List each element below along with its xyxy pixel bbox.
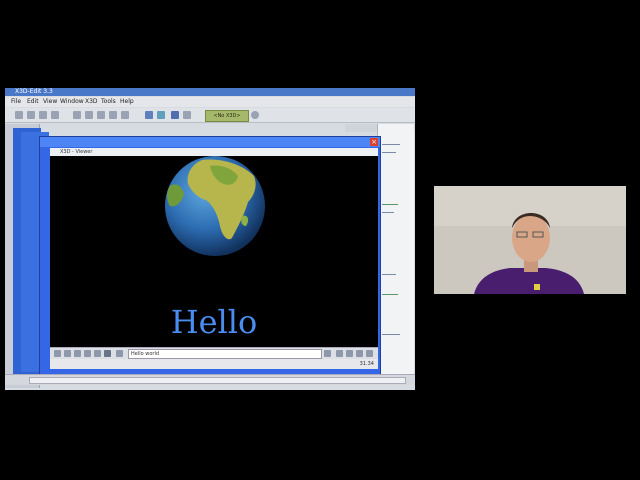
text-line <box>382 144 400 145</box>
menu-x3d[interactable]: X3D <box>85 97 98 107</box>
menu-help[interactable]: Help <box>120 97 134 107</box>
editor-text-panel[interactable] <box>377 124 414 374</box>
next-viewpoint-icon[interactable] <box>324 350 331 357</box>
console-icon[interactable] <box>336 350 343 357</box>
render-canvas[interactable]: Hello <box>50 156 378 347</box>
menu-edit[interactable]: Edit <box>27 97 39 107</box>
refresh-icon[interactable] <box>251 111 259 119</box>
hello-text: Hello <box>170 303 258 341</box>
viewer-title: X3D - Viewer <box>60 149 93 155</box>
build-icon[interactable] <box>171 111 179 119</box>
menu-bar: File Edit View Window X3D Tools Help <box>5 97 415 107</box>
viewer-status-bar: 31.34 <box>50 359 378 369</box>
text-line <box>382 212 394 213</box>
pan-icon[interactable] <box>64 350 71 357</box>
viewer-title-bar[interactable]: X3D - Viewer <box>50 148 378 156</box>
settings-icon[interactable] <box>346 350 353 357</box>
previous-viewpoint-icon[interactable] <box>116 350 123 357</box>
presenter-webcam <box>434 186 626 294</box>
context-dropdown[interactable]: <No X3D> <box>205 110 249 122</box>
open-file-icon[interactable] <box>27 111 35 119</box>
viewer-caption-bar[interactable]: × <box>40 137 380 147</box>
save-icon[interactable] <box>39 111 47 119</box>
menu-window[interactable]: Window <box>60 97 84 107</box>
fullscreen-icon[interactable] <box>366 350 373 357</box>
x3d-viewer-window[interactable]: × X3D - Viewer Hello Hello world 31.34 <box>39 136 381 376</box>
undo-icon[interactable] <box>109 111 117 119</box>
text-line <box>382 274 396 275</box>
close-button[interactable]: × <box>370 138 378 146</box>
menu-view[interactable]: View <box>43 97 57 107</box>
walk-icon[interactable] <box>84 350 91 357</box>
main-toolbar: <No X3D> <box>5 108 415 123</box>
debug-icon[interactable] <box>183 111 191 119</box>
desktop-screen: X3D-Edit 3.3 File Edit View Window X3D T… <box>5 88 415 390</box>
earth-globe <box>165 156 265 256</box>
cut-icon[interactable] <box>73 111 81 119</box>
save-all-icon[interactable] <box>51 111 59 119</box>
new-file-icon[interactable] <box>15 111 23 119</box>
run-icon[interactable] <box>145 111 153 119</box>
horizontal-scrollbar[interactable] <box>29 377 406 384</box>
fit-icon[interactable] <box>104 350 111 357</box>
zoom-icon[interactable] <box>74 350 81 357</box>
presenter-image <box>434 186 626 294</box>
paste-icon[interactable] <box>97 111 105 119</box>
menu-file[interactable]: File <box>11 97 21 107</box>
text-line <box>382 152 396 153</box>
fly-icon[interactable] <box>94 350 101 357</box>
text-line <box>382 294 398 295</box>
validate-icon[interactable] <box>157 111 165 119</box>
app-title: X3D-Edit 3.3 <box>15 88 53 95</box>
text-line <box>382 334 400 335</box>
text-line <box>382 204 398 205</box>
grid-icon[interactable] <box>356 350 363 357</box>
redo-icon[interactable] <box>121 111 129 119</box>
examine-icon[interactable] <box>54 350 61 357</box>
menu-tools[interactable]: Tools <box>101 97 116 107</box>
app-title-bar: X3D-Edit 3.3 <box>5 88 415 96</box>
copy-icon[interactable] <box>85 111 93 119</box>
frame-rate: 31.34 <box>359 361 374 367</box>
viewpoint-field[interactable]: Hello world <box>128 349 322 359</box>
